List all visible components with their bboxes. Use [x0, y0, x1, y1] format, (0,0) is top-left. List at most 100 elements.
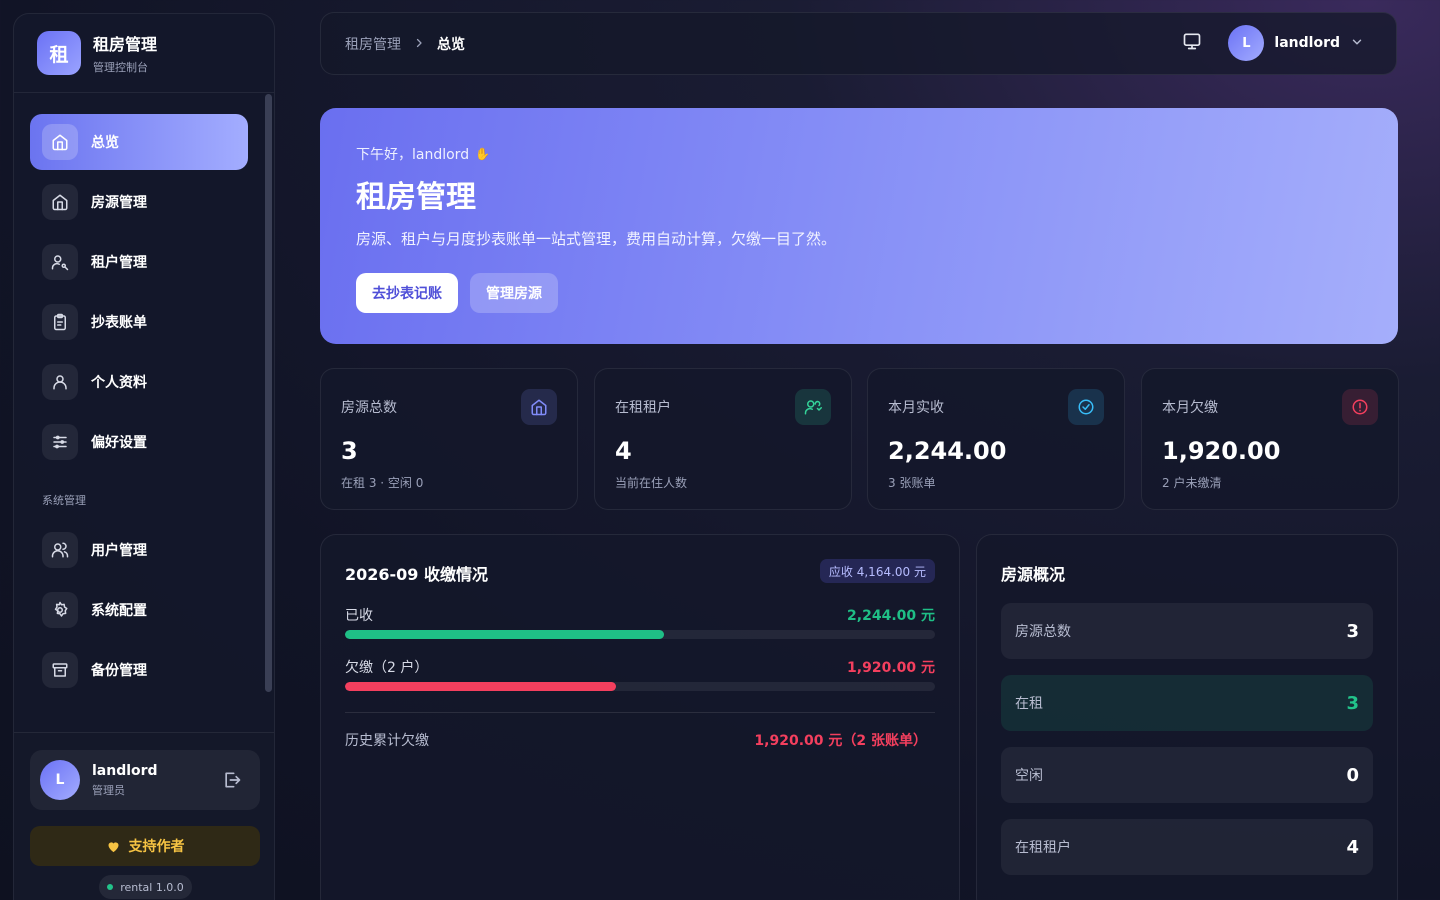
- overview-value: 0: [1346, 764, 1359, 786]
- hero-description: 房源、租户与月度抄表账单一站式管理，费用自动计算，欠缴一目了然。: [356, 230, 837, 248]
- users-icon: [42, 532, 78, 568]
- clipboard-icon: [42, 304, 78, 340]
- sidebar-item-label: 总览: [91, 135, 119, 151]
- manage-properties-button[interactable]: 管理房源: [470, 273, 558, 313]
- stat-card-properties: 房源总数 3 在租 3 · 空闲 0: [320, 368, 578, 510]
- go-meter-reading-button[interactable]: 去抄表记账: [356, 273, 458, 313]
- unpaid-value: 1,920.00 元: [847, 660, 935, 676]
- paid-progress-fill: [345, 630, 664, 639]
- stat-sub: 2 户未缴清: [1162, 476, 1222, 490]
- gear-icon: [42, 592, 78, 628]
- overview-value: 3: [1346, 620, 1359, 642]
- due-amount-badge: 应收 4,164.00 元: [819, 559, 935, 583]
- sidebar-item-bills[interactable]: 抄表账单: [30, 294, 248, 350]
- brand-subtitle: 管理控制台: [93, 61, 148, 74]
- sidebar-item-system-config[interactable]: 系统配置: [30, 582, 248, 638]
- user-key-icon: [42, 244, 78, 280]
- home-icon: [42, 124, 78, 160]
- breadcrumb-item[interactable]: 租房管理: [345, 34, 401, 54]
- stat-value: 1,920.00: [1162, 437, 1281, 465]
- sidebar-item-properties[interactable]: 房源管理: [30, 174, 248, 230]
- sidebar-item-preferences[interactable]: 偏好设置: [30, 414, 248, 470]
- brand: 租 租房管理 管理控制台: [14, 14, 274, 93]
- unpaid-progress-fill: [345, 682, 617, 691]
- overview-label: 在租租户: [1015, 840, 1071, 856]
- sidebar-footer: L landlord 管理员 支持作者 rental 1.0.0: [14, 732, 274, 900]
- overview-label: 空闲: [1015, 768, 1043, 784]
- stat-sub: 3 张账单: [888, 476, 936, 490]
- chevron-down-icon[interactable]: [1350, 34, 1364, 53]
- brand-logo: 租: [37, 31, 81, 75]
- paid-value: 2,244.00 元: [847, 608, 935, 624]
- panel-title: 房源概况: [1001, 565, 1066, 584]
- overview-row-vacant: 空闲 0: [1001, 747, 1373, 803]
- sidebar-item-label: 偏好设置: [91, 435, 147, 451]
- archive-icon: [42, 652, 78, 688]
- stat-sub: 在租 3 · 空闲 0: [341, 476, 424, 490]
- sidebar-item-users[interactable]: 用户管理: [30, 522, 248, 578]
- sidebar-item-label: 租户管理: [91, 255, 147, 271]
- sidebar-item-label: 个人资料: [91, 375, 147, 391]
- stat-card-received: 本月实收 2,244.00 3 张账单: [867, 368, 1125, 510]
- support-author-button[interactable]: 支持作者: [30, 826, 260, 866]
- sidebar-item-label: 用户管理: [91, 543, 147, 559]
- sidebar-item-profile[interactable]: 个人资料: [30, 354, 248, 410]
- history-value: 1,920.00 元（2 张账单）: [754, 733, 927, 749]
- overview-label: 在租: [1015, 696, 1043, 712]
- wave-hand-icon: ✋: [475, 147, 491, 161]
- house-icon: [42, 184, 78, 220]
- sidebar-item-label: 备份管理: [91, 663, 147, 679]
- user-check-icon: [795, 389, 831, 425]
- heart-icon: [108, 841, 118, 852]
- unpaid-progress-bar: [345, 682, 935, 691]
- sidebar-item-tenants[interactable]: 租户管理: [30, 234, 248, 290]
- logout-icon[interactable]: [222, 770, 242, 794]
- avatar[interactable]: L: [1228, 25, 1265, 61]
- unpaid-label: 欠缴（2 户）: [345, 660, 429, 676]
- sidebar: 租 租房管理 管理控制台 总览 房源管理 租户管理 抄表账单 个人资料 偏好设置…: [13, 13, 275, 900]
- overview-value: 4: [1346, 836, 1359, 858]
- property-overview-panel: 房源概况 房源总数 3 在租 3 空闲 0 在租租户 4: [976, 534, 1398, 900]
- chevron-right-icon: [413, 34, 425, 53]
- version-label: rental 1.0.0: [120, 880, 184, 894]
- welcome-banner: 下午好，landlord ✋ 租房管理 房源、租户与月度抄表账单一站式管理，费用…: [320, 108, 1398, 344]
- user-role: 管理员: [92, 783, 125, 797]
- sidebar-item-backup[interactable]: 备份管理: [30, 642, 248, 698]
- breadcrumb: 租房管理 总览: [345, 34, 465, 54]
- status-dot: [107, 884, 114, 890]
- check-circle-icon: [1068, 389, 1104, 425]
- sidebar-item-label: 抄表账单: [91, 315, 147, 331]
- paid-row: 已收 2,244.00 元: [345, 605, 935, 625]
- stat-sub: 当前在住人数: [615, 476, 688, 490]
- monitor-icon[interactable]: [1182, 31, 1202, 55]
- history-arrears-row: 历史累计欠缴 1,920.00 元（2 张账单）: [345, 730, 927, 750]
- sliders-icon: [42, 424, 78, 460]
- user-name: landlord: [92, 762, 158, 779]
- house-icon: [521, 389, 557, 425]
- avatar: L: [40, 760, 80, 800]
- history-label: 历史累计欠缴: [345, 733, 429, 749]
- hero-title: 租房管理: [356, 180, 476, 215]
- sidebar-user-card[interactable]: L landlord 管理员: [30, 750, 260, 810]
- overview-row-rented: 在租 3: [1001, 675, 1373, 731]
- divider: [345, 712, 935, 713]
- unpaid-row: 欠缴（2 户） 1,920.00 元: [345, 657, 935, 677]
- user-icon: [42, 364, 78, 400]
- paid-label: 已收: [345, 608, 373, 624]
- stat-value: 2,244.00: [888, 437, 1007, 465]
- sidebar-nav: 总览 房源管理 租户管理 抄表账单 个人资料 偏好设置 系统管理 用户管理 系统…: [30, 114, 248, 702]
- brand-title: 租房管理: [93, 35, 158, 54]
- payment-status-panel: 2026-09 收缴情况 应收 4,164.00 元 已收 2,244.00 元…: [320, 534, 960, 900]
- stat-card-arrears: 本月欠缴 1,920.00 2 户未缴清: [1141, 368, 1399, 510]
- sidebar-scrollbar[interactable]: [265, 94, 272, 692]
- sidebar-item-overview[interactable]: 总览: [30, 114, 248, 170]
- stat-value: 4: [615, 437, 632, 465]
- stat-value: 3: [341, 437, 358, 465]
- paid-progress-bar: [345, 630, 935, 639]
- version-badge: rental 1.0.0: [99, 875, 192, 899]
- panel-title: 2026-09 收缴情况: [345, 565, 489, 584]
- overview-label: 房源总数: [1015, 624, 1071, 640]
- breadcrumb-current: 总览: [437, 36, 465, 53]
- alert-circle-icon: [1342, 389, 1378, 425]
- topbar-user-name[interactable]: landlord: [1274, 35, 1340, 51]
